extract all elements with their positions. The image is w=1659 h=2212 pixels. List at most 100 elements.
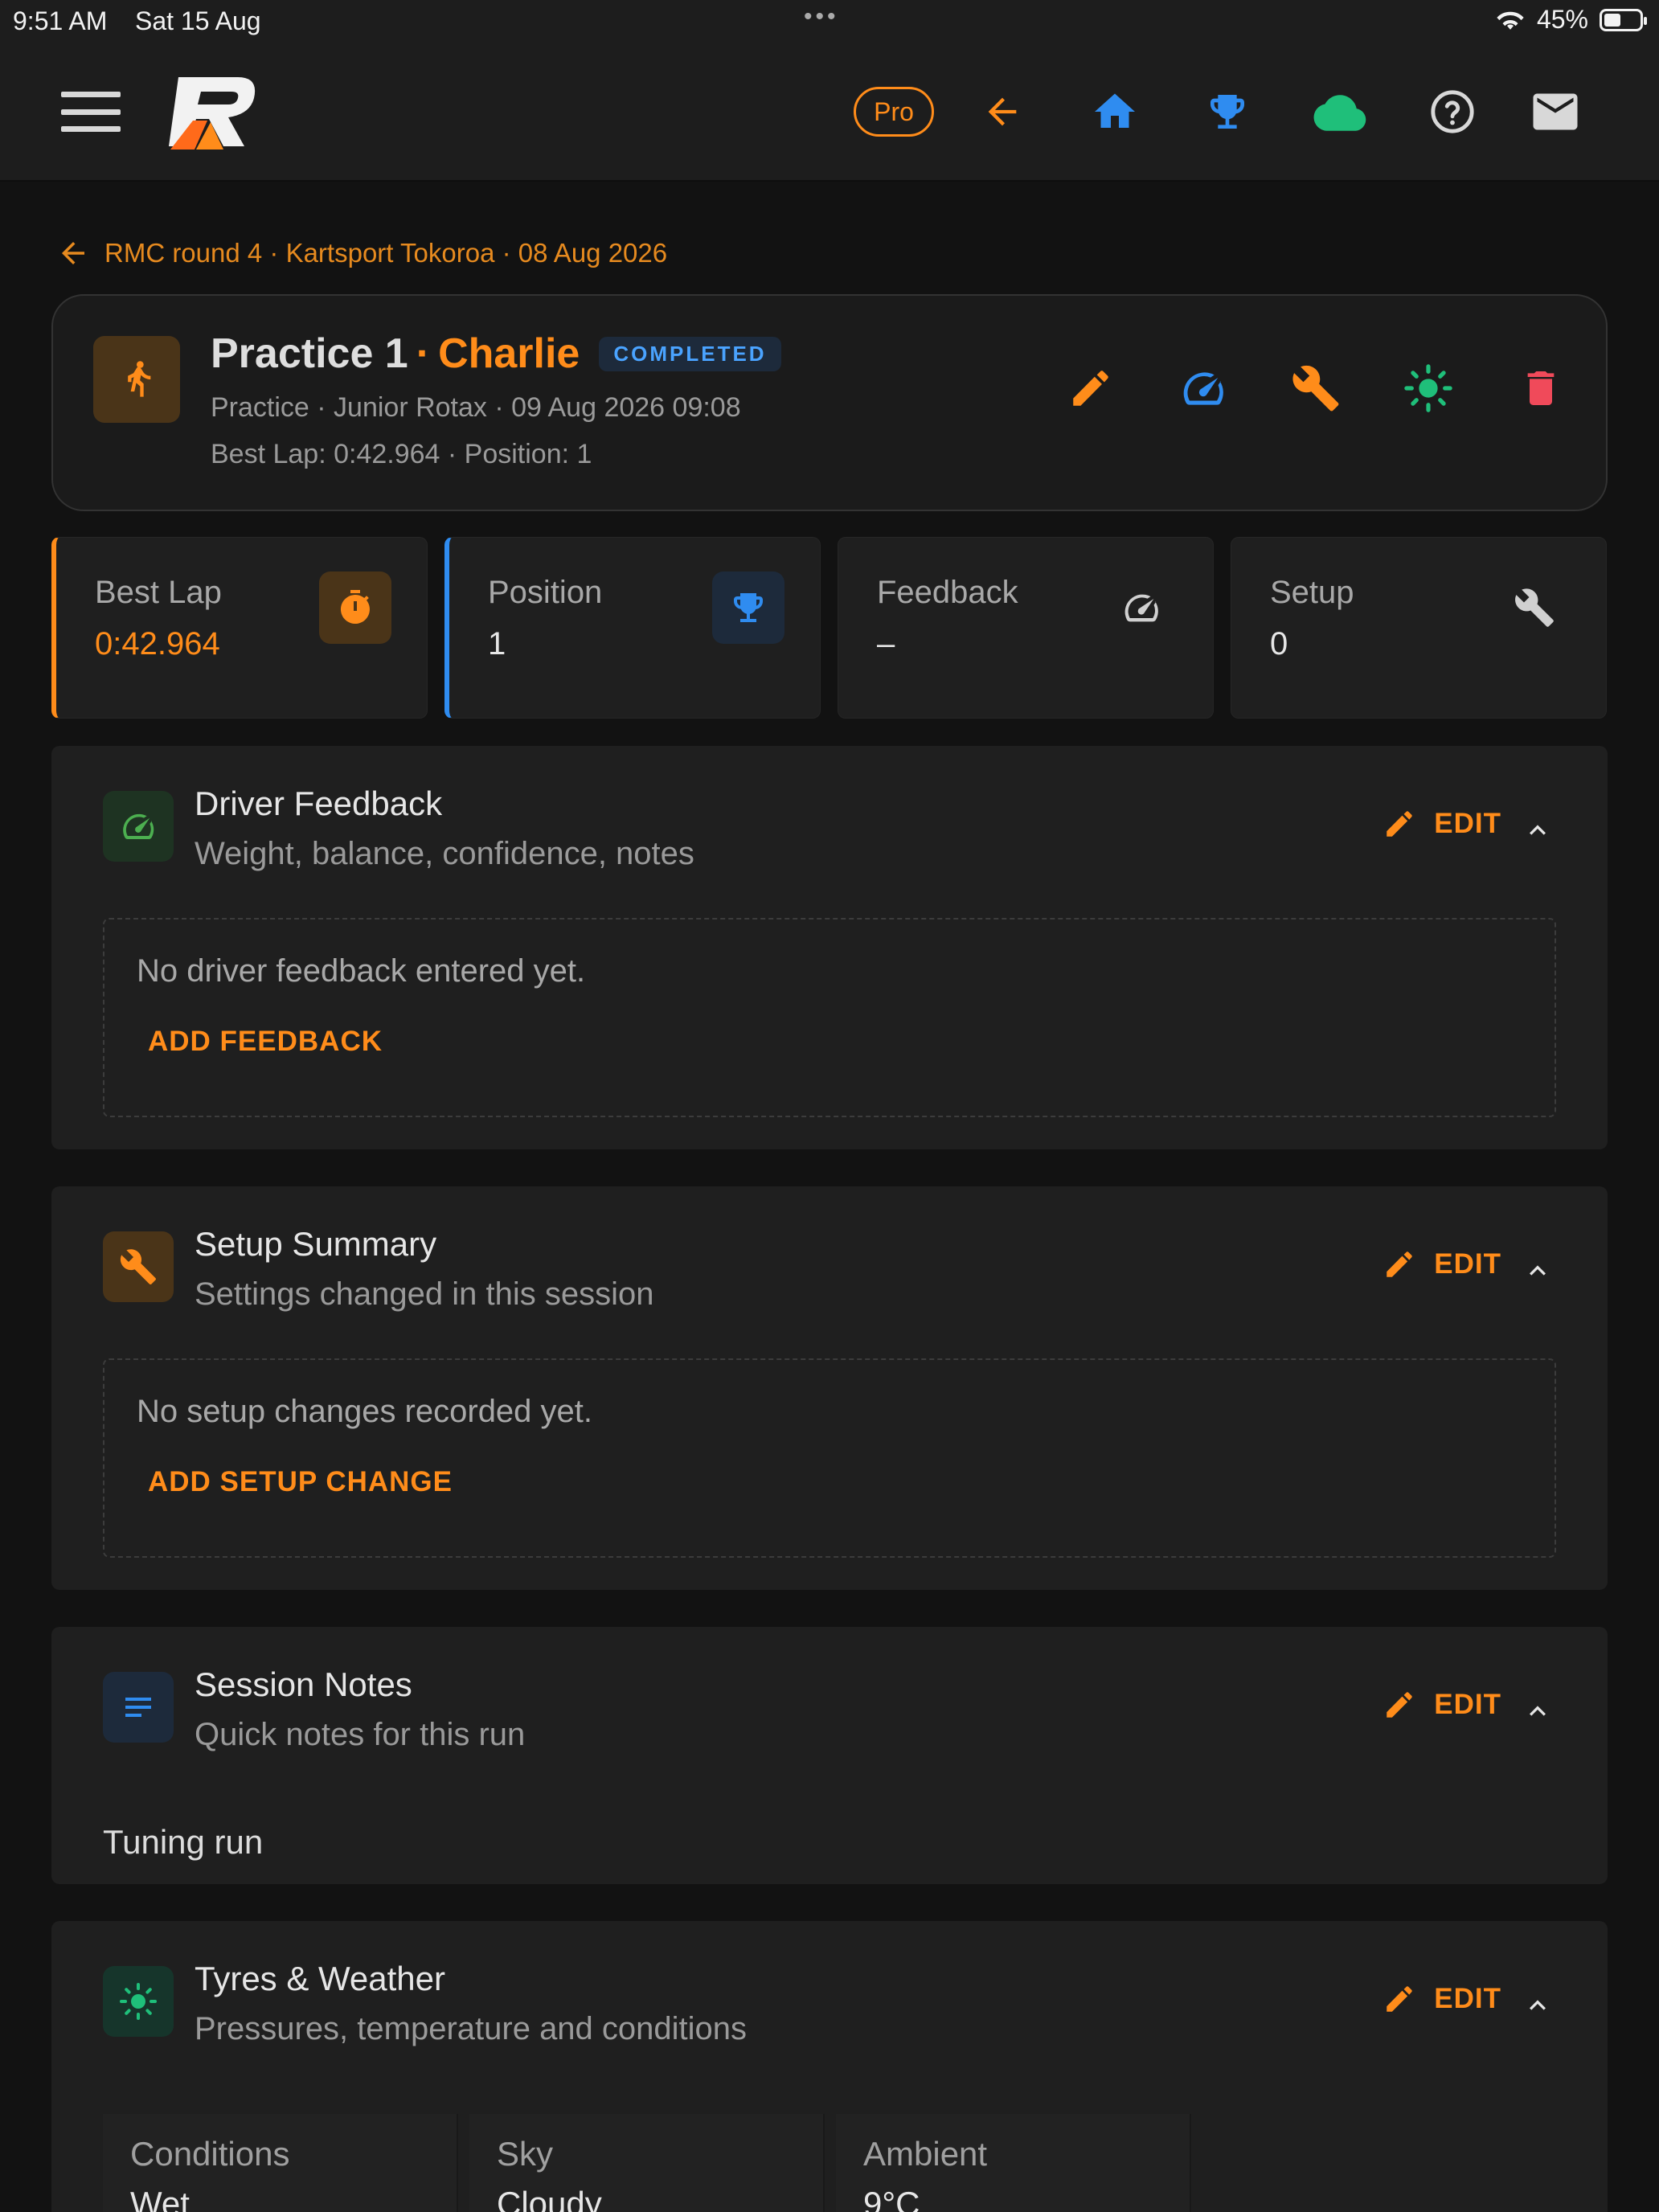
title-separator: · [416, 330, 431, 377]
stat-card-position[interactable]: Position 1 [444, 537, 821, 719]
trash-icon [1527, 371, 1555, 405]
mail-icon[interactable] [1527, 84, 1583, 140]
help-icon[interactable] [1424, 84, 1481, 140]
menu-icon[interactable] [61, 92, 121, 132]
speedometer-icon [103, 791, 174, 862]
speedometer-icon [1183, 372, 1223, 405]
status-date: Sat 15 Aug [135, 6, 261, 35]
back-arrow-icon[interactable] [974, 84, 1030, 140]
app-bar: Pro [0, 42, 1659, 182]
trophy-icon[interactable] [1199, 84, 1256, 140]
pencil-icon [1387, 1986, 1413, 2012]
section-subtitle: Settings changed in this session [195, 1276, 654, 1312]
status-time: 9:51 AM [13, 6, 108, 35]
pencil-icon [1387, 1692, 1413, 1718]
weather-cell-ambient: Ambient 9°C [836, 2114, 1191, 2212]
driver-feedback-section: Driver Feedback Weight, balance, confide… [51, 746, 1608, 1149]
stat-label: Best Lap [95, 575, 222, 610]
stat-label: Feedback [877, 575, 1018, 610]
weather-grid: Conditions Wet Sky Cloudy Ambient 9°C [103, 2114, 1556, 2212]
trophy-icon [712, 571, 784, 644]
section-subtitle: Quick notes for this run [195, 1717, 526, 1752]
edit-session-button[interactable] [1063, 360, 1119, 416]
breadcrumb[interactable]: RMC round 4 · Kartsport Tokoroa · 08 Aug… [56, 236, 667, 270]
sun-icon [103, 1966, 174, 2037]
edit-label[interactable]: EDIT [1434, 1248, 1501, 1280]
pencil-icon [1387, 1251, 1413, 1277]
add-feedback-button[interactable]: ADD FEEDBACK [148, 1026, 383, 1058]
section-title: Driver Feedback [195, 784, 443, 822]
weather-label: Conditions [130, 2135, 290, 2173]
session-header-card: Practice 1 · Charlie COMPLETED Practice … [51, 294, 1608, 511]
wifi-icon [1497, 11, 1524, 30]
stat-label: Position [488, 575, 603, 610]
edit-feedback-button[interactable]: EDIT [1382, 807, 1501, 841]
weather-value: Cloudy [497, 2185, 602, 2212]
status-bar: 9:51 AM Sat 15 Aug ••• 45% [0, 0, 1659, 42]
weather-value: 9°C [863, 2185, 920, 2212]
empty-message: No setup changes recorded yet. [137, 1394, 593, 1429]
breadcrumb-text[interactable]: RMC round 4 · Kartsport Tokoroa · 08 Aug… [104, 238, 667, 268]
add-setup-change-button[interactable]: ADD SETUP CHANGE [148, 1466, 453, 1498]
edit-setup-button[interactable]: EDIT [1382, 1247, 1501, 1281]
setup-summary-section: Setup Summary Settings changed in this s… [51, 1186, 1608, 1590]
running-person-icon [93, 336, 180, 423]
home-icon[interactable] [1087, 84, 1143, 140]
weather-cell-sky: Sky Cloudy [469, 2114, 825, 2212]
speedometer-icon [1105, 571, 1178, 644]
edit-weather-button[interactable]: EDIT [1382, 1982, 1501, 2016]
stat-card-setup[interactable]: Setup 0 [1231, 537, 1607, 719]
chevron-up-icon[interactable] [1518, 810, 1558, 850]
multitasking-dots-icon[interactable]: ••• [804, 3, 839, 31]
edit-label[interactable]: EDIT [1434, 1689, 1501, 1721]
wrench-icon [103, 1231, 174, 1302]
empty-message: No driver feedback entered yet. [137, 953, 586, 989]
session-subtitle: Practice · Junior Rotax · 09 Aug 2026 09… [211, 392, 741, 423]
section-title: Tyres & Weather [195, 1960, 446, 1997]
status-badge: COMPLETED [599, 336, 781, 371]
session-name: Practice 1 [211, 330, 408, 377]
notes-text: Tuning run [103, 1823, 264, 1861]
pencil-icon [1387, 811, 1413, 837]
chevron-up-icon[interactable] [1518, 1691, 1558, 1731]
section-title: Setup Summary [195, 1225, 437, 1263]
wrench-icon [1292, 365, 1339, 412]
chevron-up-icon[interactable] [1518, 1251, 1558, 1291]
chevron-up-icon[interactable] [1518, 1985, 1558, 2026]
section-subtitle: Pressures, temperature and conditions [195, 2011, 748, 2046]
session-title: Practice 1 · Charlie COMPLETED [211, 330, 781, 378]
section-title: Session Notes [195, 1665, 412, 1703]
sun-icon [1404, 364, 1452, 412]
delete-session-button[interactable] [1513, 360, 1569, 416]
tyres-weather-section: Tyres & Weather Pressures, temperature a… [51, 1921, 1608, 2212]
edit-notes-button[interactable]: EDIT [1382, 1688, 1501, 1722]
edit-label[interactable]: EDIT [1434, 808, 1501, 840]
cloud-icon[interactable] [1312, 84, 1368, 140]
session-notes-section: Session Notes Quick notes for this run E… [51, 1627, 1608, 1884]
wrench-icon [1498, 571, 1571, 644]
stat-label: Setup [1270, 575, 1354, 610]
setup-button[interactable] [1288, 360, 1344, 416]
weather-button[interactable] [1400, 360, 1456, 416]
weather-label: Ambient [863, 2135, 988, 2173]
stat-value: 0 [1270, 626, 1288, 662]
weather-value: Wet [130, 2185, 190, 2212]
edit-label[interactable]: EDIT [1434, 1983, 1501, 2015]
stat-card-feedback[interactable]: Feedback – [838, 537, 1214, 719]
feedback-button[interactable] [1175, 360, 1231, 416]
setup-empty-state: No setup changes recorded yet. ADD SETUP… [103, 1358, 1556, 1558]
status-right: 45% [1495, 5, 1647, 35]
pro-badge[interactable]: Pro [854, 87, 934, 137]
driver-name: Charlie [438, 330, 580, 377]
stat-card-best-lap[interactable]: Best Lap 0:42.964 [51, 537, 428, 719]
app-logo[interactable] [154, 72, 260, 151]
weather-label: Sky [497, 2135, 554, 2173]
back-arrow-icon[interactable] [56, 236, 90, 270]
battery-percent: 45% [1536, 5, 1588, 34]
stat-value: 1 [488, 626, 506, 662]
weather-cell-conditions: Conditions Wet [103, 2114, 458, 2212]
session-summary: Best Lap: 0:42.964 · Position: 1 [211, 439, 592, 469]
pencil-icon [1073, 371, 1108, 406]
stat-value: – [877, 626, 895, 662]
stopwatch-icon [319, 571, 391, 644]
